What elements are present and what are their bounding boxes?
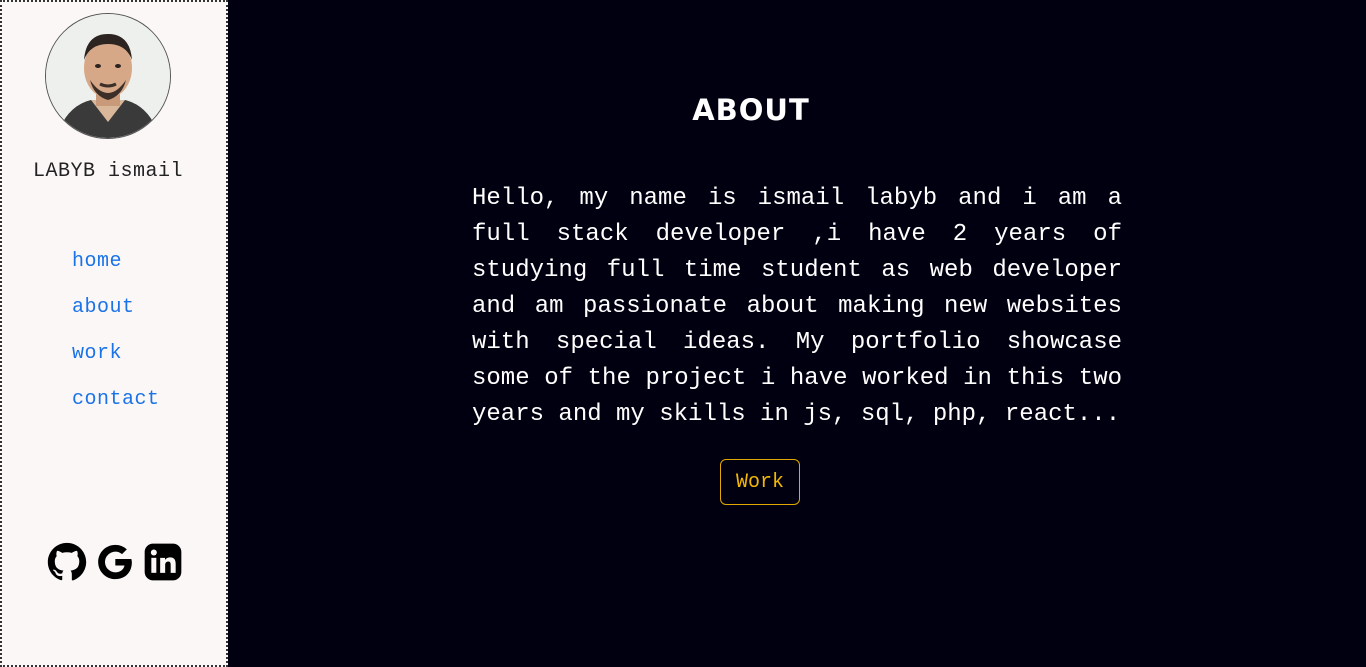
nav-link-about[interactable]: about — [72, 296, 160, 342]
about-section: ABOUT Hello, my name is ismail labyb and… — [228, 0, 1366, 667]
profile-photo — [46, 14, 170, 138]
nav-link-home[interactable]: home — [72, 250, 160, 296]
work-button[interactable]: Work — [720, 459, 800, 505]
about-paragraph: Hello, my name is ismail labyb and i am … — [472, 185, 1122, 428]
nav-link-work[interactable]: work — [72, 342, 160, 388]
avatar — [45, 13, 171, 139]
social-links — [47, 542, 183, 582]
nav-link-contact[interactable]: contact — [72, 388, 160, 434]
page-title: ABOUT — [692, 93, 810, 128]
profile-name: LABYB ismail — [32, 160, 184, 183]
sidebar-nav: home about work contact — [72, 250, 160, 434]
github-icon[interactable] — [47, 542, 87, 582]
google-icon[interactable] — [95, 542, 135, 582]
linkedin-icon[interactable] — [143, 542, 183, 582]
sidebar: LABYB ismail home about work contact — [0, 0, 228, 667]
